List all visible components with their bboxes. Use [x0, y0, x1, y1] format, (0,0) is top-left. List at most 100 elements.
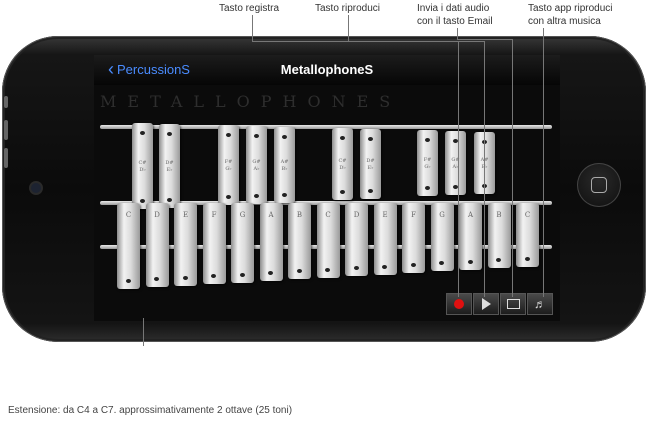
callout-line-record — [252, 15, 253, 42]
natural-key[interactable]: D — [145, 203, 169, 288]
sharp-key[interactable]: G# A♭ — [246, 126, 267, 204]
callout-email-line1: Invia i dati audio — [417, 3, 490, 14]
callout-line-music — [543, 28, 544, 297]
sharp-key[interactable]: D# E♭ — [360, 129, 381, 199]
mount-hole — [225, 133, 231, 137]
natural-key[interactable]: C — [316, 203, 340, 278]
home-button[interactable] — [577, 163, 621, 207]
volume-down-button — [4, 148, 8, 168]
callout-record: Tasto registra — [219, 3, 280, 14]
mount-hole — [339, 190, 345, 194]
callout-line-email-v — [512, 39, 513, 297]
mount-hole — [253, 134, 259, 138]
natural-key-label: C — [325, 211, 331, 219]
sharp-key[interactable]: C# D♭ — [132, 123, 153, 209]
sharp-label-bottom: E♭ — [166, 167, 173, 173]
mount-hole — [382, 264, 387, 269]
callout-email-line2: con il tasto Email — [417, 16, 493, 27]
natural-key-label: F — [411, 211, 416, 219]
record-button[interactable] — [446, 293, 472, 315]
record-icon — [454, 299, 464, 309]
front-camera — [31, 183, 41, 193]
sharp-key-label: G# A♭ — [246, 159, 267, 173]
natural-key[interactable]: E — [373, 203, 397, 275]
sharp-key[interactable]: C# D♭ — [332, 128, 353, 200]
mount-hole — [225, 195, 231, 199]
sharp-key[interactable]: G# A♭ — [445, 131, 466, 195]
music-note-icon: ♬ — [534, 297, 546, 311]
natural-key[interactable]: G — [231, 203, 254, 283]
natural-key[interactable]: E — [174, 203, 197, 286]
natural-key[interactable]: C — [516, 203, 539, 267]
sharp-label-bottom: D♭ — [139, 167, 146, 173]
email-button[interactable] — [500, 293, 526, 315]
sharp-key-label: G# A♭ — [445, 157, 466, 171]
natural-key-label: C — [524, 211, 531, 219]
sharp-label-top: C# — [338, 158, 347, 164]
mount-hole — [339, 136, 345, 140]
mount-hole — [524, 256, 530, 261]
callout-line-play — [348, 15, 349, 42]
mount-hole — [139, 199, 145, 203]
mount-hole — [139, 131, 145, 135]
natural-key-label: F — [211, 211, 217, 219]
natural-key-label: E — [182, 211, 189, 219]
natural-key-label: B — [496, 211, 502, 219]
callout-line-play-v — [484, 41, 485, 297]
mount-hole — [281, 135, 287, 139]
callout-play: Tasto riproduci — [315, 3, 381, 14]
mount-hole — [367, 189, 373, 193]
mount-hole — [467, 259, 473, 264]
callout-line-play-h — [348, 41, 485, 42]
natural-key[interactable]: G — [430, 203, 454, 272]
callout-line-record-v — [458, 41, 459, 297]
sharp-key[interactable]: D# E♭ — [159, 124, 180, 208]
natural-key[interactable]: A — [459, 203, 482, 270]
natural-key-label: B — [296, 211, 303, 219]
play-button[interactable] — [473, 293, 499, 315]
sharp-label-top: F# — [423, 157, 432, 163]
sharp-key[interactable]: A#B♭ — [274, 127, 295, 203]
watermark-logo: METALLOPHONES — [100, 92, 402, 111]
home-square-icon — [591, 177, 607, 193]
mount-hole — [211, 274, 216, 279]
sharp-label-bottom: A♭ — [253, 166, 260, 172]
sharp-key-label: C# D♭ — [132, 160, 153, 174]
mount-hole — [154, 277, 159, 282]
sharp-key[interactable]: F# G♭ — [218, 125, 239, 205]
sharp-label-top: D# — [165, 160, 174, 166]
music-button[interactable]: ♬ — [527, 293, 553, 315]
sharp-key-label: D# E♭ — [159, 160, 180, 174]
play-icon — [481, 298, 491, 310]
sharp-label-top: D# — [366, 158, 375, 164]
sharp-key-label: C# D♭ — [332, 158, 353, 172]
mount-hole — [325, 267, 330, 272]
mount-hole — [439, 261, 444, 266]
mute-switch — [4, 96, 8, 108]
app-screen: ‹ PercussionS MetallophoneS METALLOPHONE… — [94, 55, 560, 321]
mount-hole — [166, 198, 172, 202]
natural-key[interactable]: A — [259, 203, 283, 281]
sharp-label-bottom: G♭ — [225, 166, 232, 172]
sharp-key[interactable]: F# G♭ — [417, 130, 438, 196]
natural-key-label: D — [353, 211, 360, 219]
natural-key[interactable]: F — [402, 203, 425, 273]
callout-line-email-h — [457, 39, 513, 40]
callout-email: Invia i dati audio con il tasto Email — [417, 2, 493, 28]
natural-key-label: A — [268, 211, 274, 219]
natural-key[interactable]: F — [202, 203, 226, 285]
natural-key-label: C — [125, 211, 132, 219]
volume-up-button — [4, 120, 8, 140]
natural-key[interactable]: C — [117, 203, 140, 289]
natural-key-label: E — [382, 211, 388, 219]
natural-key[interactable]: D — [345, 203, 368, 277]
navigation-bar: ‹ PercussionS MetallophoneS — [94, 55, 560, 85]
natural-key[interactable]: B — [288, 203, 311, 280]
mount-hole — [410, 263, 416, 267]
natural-key-label: G — [239, 211, 246, 219]
mount-hole — [125, 279, 131, 283]
sharp-key-label: F# G♭ — [417, 157, 438, 171]
toolbar: ♬ — [446, 293, 554, 315]
mount-hole — [353, 266, 359, 271]
natural-key[interactable]: B — [487, 203, 511, 269]
